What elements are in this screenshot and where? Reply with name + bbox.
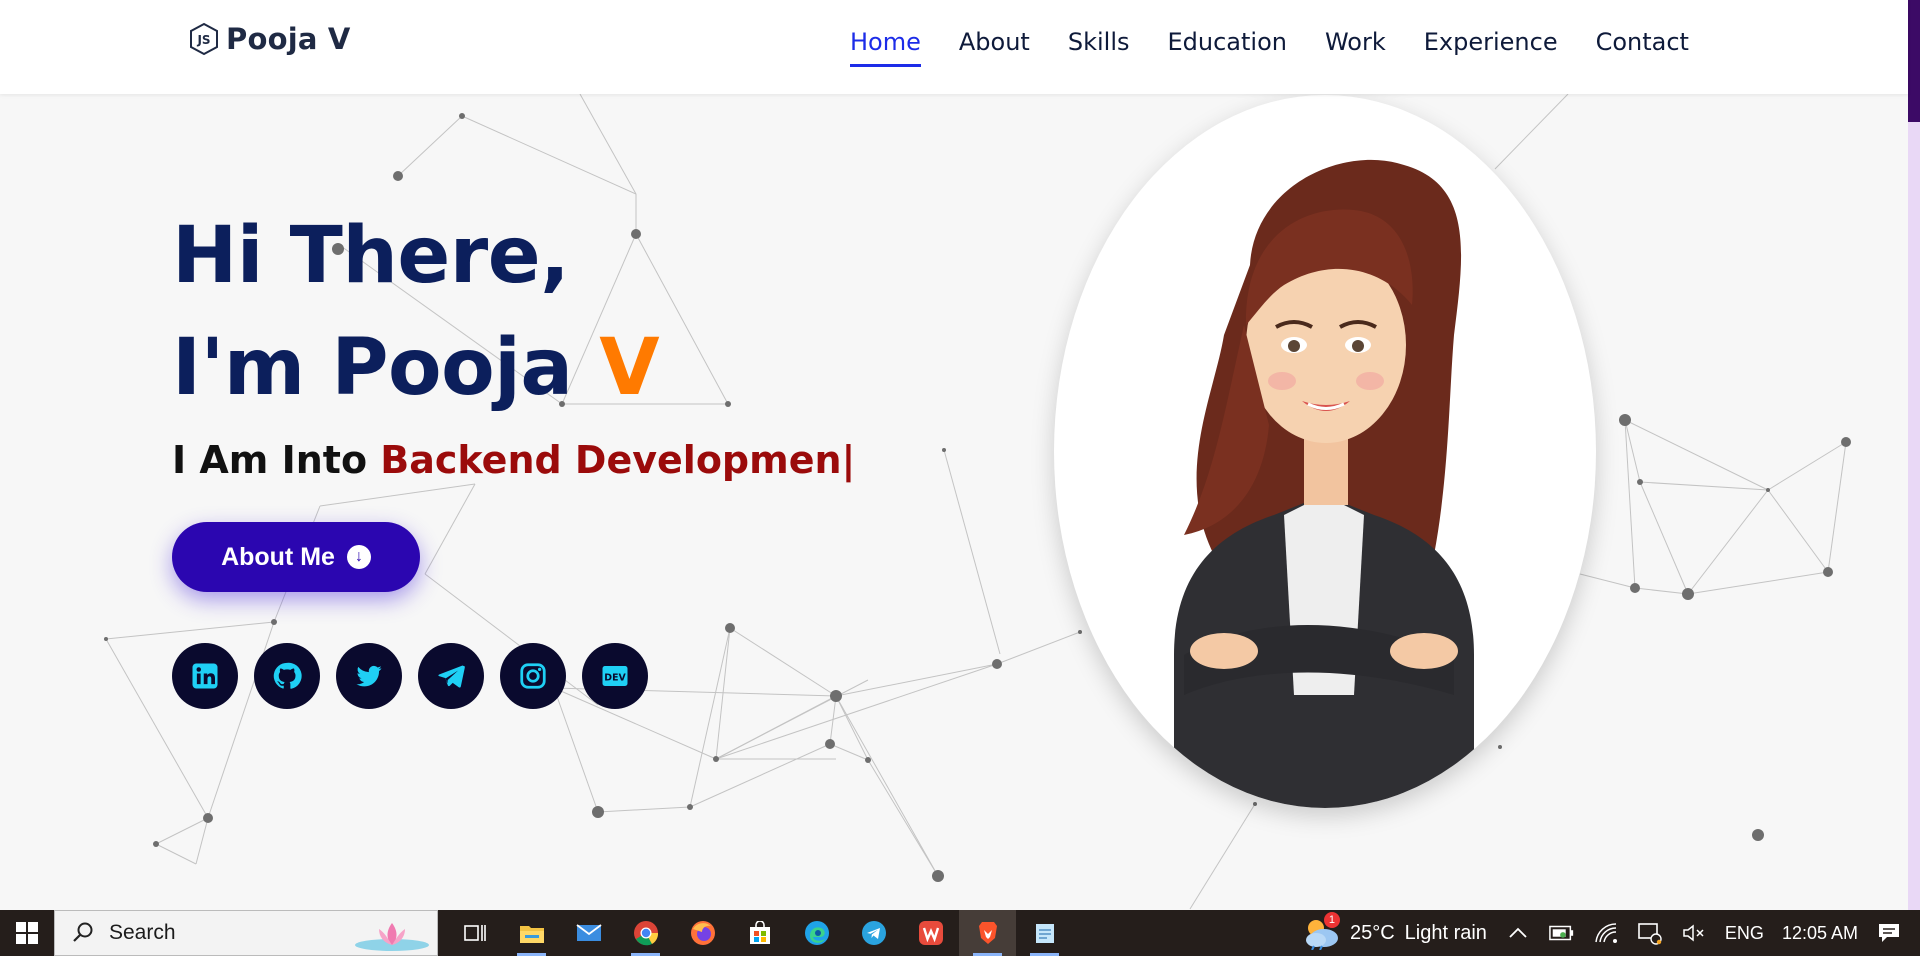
- search-icon: [73, 922, 93, 942]
- nav-work[interactable]: Work: [1325, 28, 1386, 67]
- businesswoman-avatar: [1174, 159, 1474, 808]
- about-me-label: About Me: [221, 542, 335, 571]
- wifi-icon[interactable]: [1593, 920, 1619, 946]
- greeting-line-1: Hi There,: [172, 211, 570, 301]
- arrow-down-circle-icon: ↓: [346, 545, 371, 569]
- weather-description: Light rain: [1404, 921, 1487, 944]
- battery-icon[interactable]: [1549, 920, 1575, 946]
- weather-rain-cloud-icon: 1: [1302, 912, 1340, 950]
- profile-portrait: [1054, 95, 1596, 808]
- about-me-button[interactable]: About Me ↓: [172, 522, 420, 592]
- social-links: DEV: [172, 643, 648, 709]
- main-nav: Home About Skills Education Work Experie…: [850, 28, 1727, 67]
- chrome-icon: [633, 921, 658, 946]
- nav-home[interactable]: Home: [850, 28, 921, 67]
- instagram-icon: [520, 663, 546, 689]
- linkedin-link[interactable]: [172, 643, 238, 709]
- hero-tagline: I Am Into Backend Developmen|: [172, 438, 855, 482]
- clock-time[interactable]: 12:05 AM: [1782, 923, 1858, 944]
- github-icon: [273, 662, 302, 689]
- hero-greeting: Hi There, I'm Pooja V: [172, 200, 855, 424]
- task-view-button[interactable]: [446, 910, 503, 956]
- chrome-button[interactable]: [617, 910, 674, 956]
- instagram-link[interactable]: [500, 643, 566, 709]
- twitter-icon: [356, 665, 382, 687]
- firefox-button[interactable]: [674, 910, 731, 956]
- store-button[interactable]: [731, 910, 788, 956]
- telegram-icon: [438, 665, 465, 688]
- edge-button[interactable]: [788, 910, 845, 956]
- notepad-icon: [1035, 924, 1054, 943]
- greeting-line-2-prefix: I'm Pooja: [172, 323, 600, 413]
- volume-muted-icon[interactable]: [1681, 920, 1707, 946]
- scrollbar-thumb[interactable]: [1908, 0, 1920, 122]
- file-explorer-icon: [519, 926, 544, 943]
- nav-skills[interactable]: Skills: [1068, 28, 1130, 67]
- brand-logo[interactable]: JS Pooja V: [188, 22, 351, 56]
- brave-button[interactable]: [959, 910, 1016, 956]
- store-icon: [749, 921, 770, 944]
- windows-taskbar: Search 1 25°C Light rain ENG 12:05 AM: [0, 910, 1920, 956]
- brand-name: Pooja V: [226, 22, 351, 56]
- lotus-highlight-icon: [355, 923, 429, 951]
- brave-icon: [978, 922, 997, 944]
- svg-text:DEV: DEV: [604, 672, 626, 683]
- github-link[interactable]: [254, 643, 320, 709]
- taskbar-apps: [446, 910, 1073, 956]
- hero-intro: Hi There, I'm Pooja V I Am Into Backend …: [172, 200, 855, 482]
- file-explorer-button[interactable]: [503, 910, 560, 956]
- taskbar-search[interactable]: Search: [54, 910, 438, 956]
- nav-education[interactable]: Education: [1167, 28, 1286, 67]
- device-sync-icon[interactable]: [1637, 920, 1663, 946]
- system-tray: 1 25°C Light rain ENG 12:05 AM: [1302, 912, 1920, 950]
- mail-button[interactable]: [560, 910, 617, 956]
- js-icon: JS: [190, 22, 218, 56]
- nav-contact[interactable]: Contact: [1596, 28, 1689, 67]
- weather-badge: 1: [1323, 912, 1340, 928]
- telegram-taskbar-button[interactable]: [845, 910, 902, 956]
- start-button[interactable]: [0, 910, 54, 956]
- wps-icon: [918, 921, 943, 945]
- weather-widget[interactable]: 1 25°C Light rain: [1302, 912, 1487, 950]
- edge-icon: [804, 921, 829, 945]
- linkedin-icon: [192, 663, 218, 689]
- svg-text:JS: JS: [196, 33, 210, 47]
- page-scrollbar[interactable]: [1908, 0, 1920, 910]
- windows-logo-icon: [16, 922, 38, 944]
- dev-link[interactable]: DEV: [582, 643, 648, 709]
- tagline-typed-text: Backend Developmen|: [380, 438, 856, 482]
- nav-about[interactable]: About: [959, 28, 1030, 67]
- nav-experience[interactable]: Experience: [1424, 28, 1558, 67]
- notepad-button[interactable]: [1016, 910, 1073, 956]
- notifications-icon[interactable]: [1876, 920, 1902, 946]
- chevron-up-icon[interactable]: [1505, 920, 1531, 946]
- dev-icon: DEV: [602, 666, 628, 686]
- mail-icon: [575, 924, 602, 941]
- task-view-icon: [463, 925, 486, 941]
- greeting-line-2-accent: V: [599, 323, 660, 413]
- telegram-link[interactable]: [418, 643, 484, 709]
- wps-button[interactable]: [902, 910, 959, 956]
- navbar: JS Pooja V Home About Skills Education W…: [0, 0, 1908, 94]
- weather-temperature: 25°C: [1349, 921, 1395, 944]
- search-placeholder: Search: [109, 921, 176, 944]
- firefox-icon: [690, 921, 715, 945]
- telegram-icon: [861, 921, 886, 945]
- input-language[interactable]: ENG: [1725, 923, 1764, 944]
- tagline-prefix: I Am Into: [172, 438, 381, 482]
- twitter-link[interactable]: [336, 643, 402, 709]
